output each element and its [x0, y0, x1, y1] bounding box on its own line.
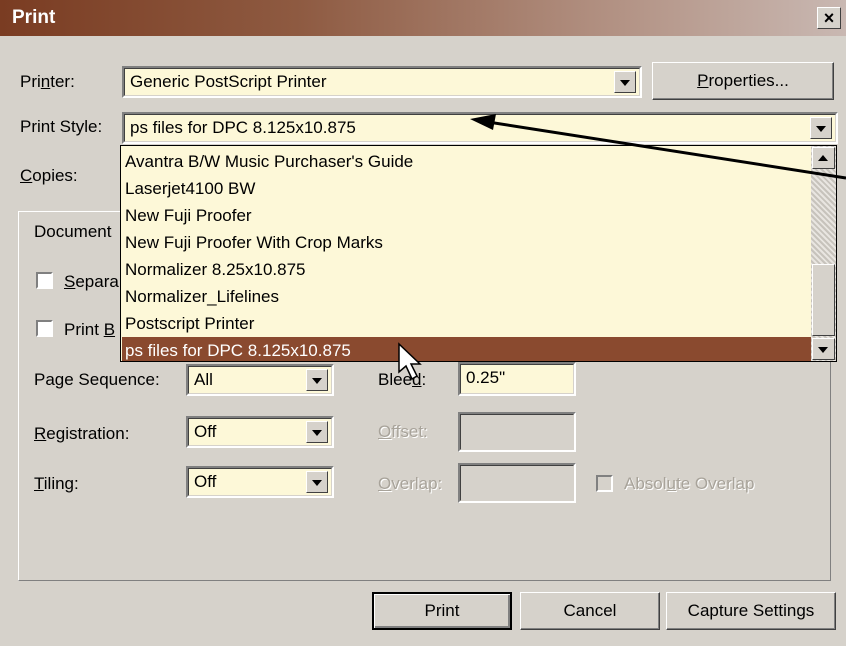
annotation-arrow-icon: [398, 114, 846, 381]
mouse-pointer-icon: [398, 342, 422, 381]
